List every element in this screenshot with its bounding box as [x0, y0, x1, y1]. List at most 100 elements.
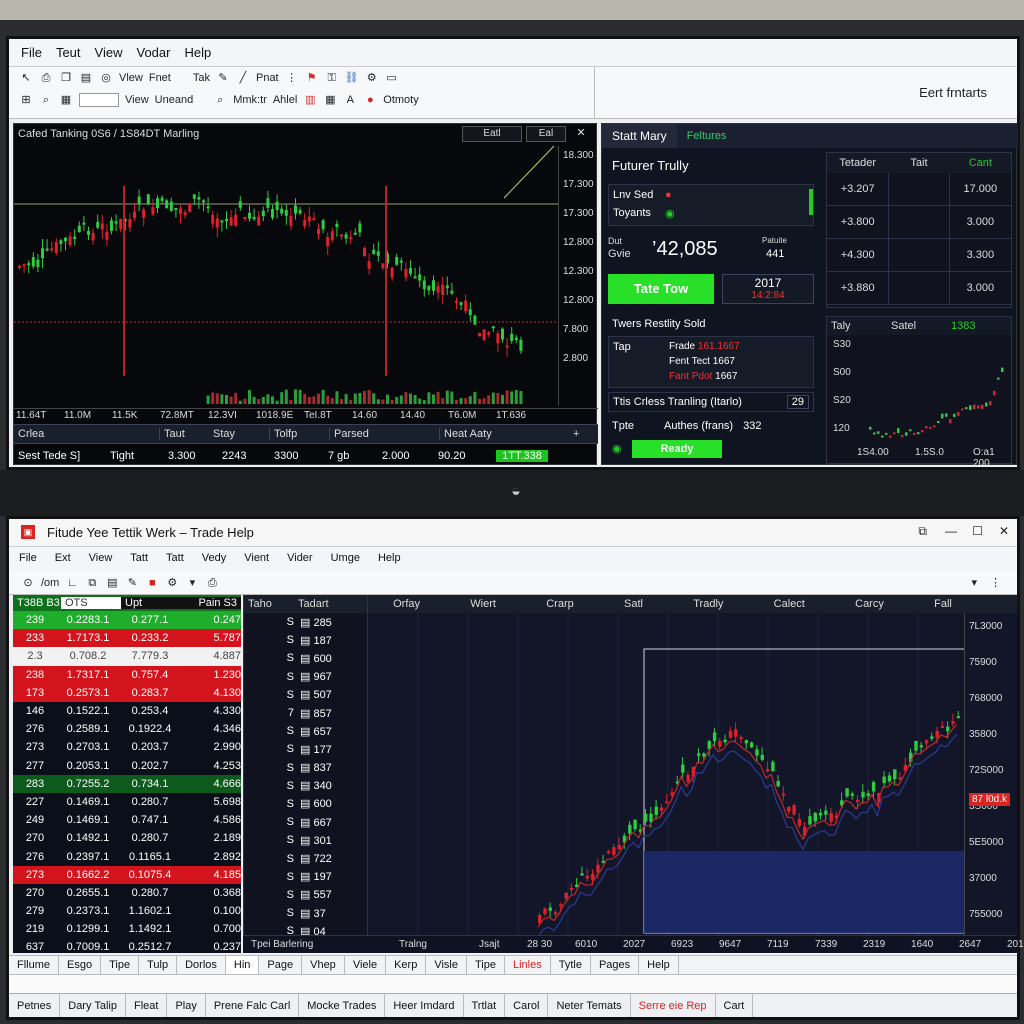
quote-list-row[interactable]: 2.3 0.708.2 7.779.3 4.887 [13, 647, 241, 666]
training-row[interactable]: Ttis Crless Tranling (Itarlo) 29 [608, 392, 814, 412]
volume-row[interactable]: S ▤ 197 [244, 868, 367, 886]
volume-row[interactable]: S ▤ 177 [244, 740, 367, 758]
quote-list-row[interactable]: 276 0.2589.1 0.1922.4 4.346 [13, 720, 241, 738]
col-crlea[interactable]: Crlea [14, 428, 159, 440]
paste-icon[interactable]: ▤ [79, 71, 93, 85]
menu-text[interactable]: Teut [56, 45, 81, 60]
futures-item-2[interactable]: Toyants [613, 207, 651, 219]
col-parsed[interactable]: Parsed [329, 428, 439, 440]
line-tool-icon[interactable]: ∟ [65, 576, 79, 590]
volume-row[interactable]: S ▤ 667 [244, 813, 367, 831]
toolbar-view-button[interactable]: Vlew [119, 72, 143, 84]
toolbar-uneand-button[interactable]: Uneand [155, 94, 194, 106]
print-icon[interactable]: ⎙ [205, 576, 219, 590]
bottom-tab[interactable]: Linles [505, 956, 551, 974]
minimize-icon[interactable]: — [945, 524, 957, 538]
close-window-icon[interactable]: ✕ [999, 524, 1009, 538]
chart-col[interactable]: Wiert [466, 598, 500, 610]
col-neat-aaty[interactable]: Neat Aaty [439, 428, 569, 440]
chart-col[interactable]: Tradly [689, 598, 727, 610]
quote-list-row[interactable]: 233 1.7173.1 0.233.2 5.787 [13, 629, 241, 648]
chart-east-button[interactable]: Eatl [462, 126, 522, 142]
volume-row[interactable]: S ▤ 340 [244, 777, 367, 795]
quote-list-row[interactable]: 173 0.2573.1 0.283.7 4.130 [13, 683, 241, 702]
bottom-menu-item[interactable]: Vider [287, 552, 312, 564]
scrollbar[interactable] [809, 189, 813, 215]
qh-2[interactable]: OTS [61, 597, 121, 609]
toolbar-input[interactable] [79, 93, 119, 107]
more-icon[interactable]: ⋮ [285, 71, 299, 85]
quote-list-row[interactable]: 637 0.7009.1 0.2512.7 0.237 [13, 938, 241, 956]
globe-icon[interactable]: ◎ [99, 71, 113, 85]
quote-list-row[interactable]: 277 0.2053.1 0.202.7 4.253 [13, 757, 241, 775]
taskbar-item[interactable]: Cart [716, 994, 754, 1017]
quote-list-row[interactable]: 273 0.2703.1 0.203.7 2.990 [13, 738, 241, 756]
link-icon[interactable]: ⛓ [345, 71, 359, 85]
restore-icon[interactable]: ⧉ [918, 524, 927, 539]
copy-icon[interactable]: ❐ [59, 71, 73, 85]
chart-col[interactable]: Fall [930, 598, 956, 610]
zoom-icon[interactable]: ⊙ [21, 576, 35, 590]
bottom-tab[interactable]: Visle [426, 956, 467, 974]
bottom-menu-item[interactable]: Umge [331, 552, 360, 564]
bottom-tab[interactable]: Page [259, 956, 303, 974]
quote-list-row[interactable]: 276 0.2397.1 0.1165.1 2.892 [13, 847, 241, 865]
volume-row[interactable]: S ▤ 557 [244, 886, 367, 904]
bottom-tab[interactable]: Pages [591, 956, 640, 974]
toolbar-mmktr-button[interactable]: Mmk:tr [233, 94, 267, 106]
grid-icon[interactable]: ▦ [59, 93, 73, 107]
bottom-menu-item[interactable]: File [19, 552, 37, 564]
taskbar-item[interactable]: Serre eie Rep [631, 994, 716, 1017]
bottom-tab[interactable]: Fllume [9, 956, 60, 974]
quote-list-row[interactable]: 283 0.7255.2 0.734.1 4.666 [13, 774, 241, 793]
taskbar-item[interactable]: Prene Falc Carl [206, 994, 300, 1017]
print-icon[interactable]: ⎙ [39, 71, 53, 85]
chart-icon[interactable]: ▥ [303, 93, 317, 107]
volume-row[interactable]: S ▤ 285 [244, 613, 367, 631]
training-value[interactable]: 29 [786, 395, 809, 409]
author-value[interactable]: 332 [743, 420, 761, 432]
toolbar-otmoty-button[interactable]: Otmoty [383, 94, 418, 106]
bottom-tab[interactable]: Help [639, 956, 679, 974]
chevron-down-icon[interactable]: ▾ [185, 576, 199, 590]
quote-list-row[interactable]: 227 0.1469.1 0.280.7 5.698 [13, 793, 241, 811]
bottom-tab[interactable]: Kerp [386, 956, 427, 974]
quote-list-row[interactable]: 273 0.1662.2 0.1075.4 4.185 [13, 865, 241, 884]
quote-row[interactable]: +3.207 17.000 [827, 173, 1011, 206]
settings-icon[interactable]: ⚙ [365, 71, 379, 85]
taskbar-item[interactable]: Petnes [9, 994, 61, 1017]
zoom-icon[interactable]: ⌕ [39, 93, 53, 107]
table-icon[interactable]: ▦ [323, 93, 337, 107]
bookmark-icon[interactable]: ⚑ [305, 71, 319, 85]
taskbar-item[interactable]: Neter Temats [548, 994, 631, 1017]
taskbar-item[interactable]: Fleat [126, 994, 168, 1017]
record-icon[interactable]: ■ [145, 576, 159, 590]
pen-icon[interactable]: ✎ [216, 71, 230, 85]
quote-list-row[interactable]: 146 0.1522.1 0.253.4 4.330 [13, 702, 241, 720]
taskbar-item[interactable]: Heer Imdard [385, 994, 464, 1017]
bottom-menu-item[interactable]: Ext [55, 552, 71, 564]
taskbar-item[interactable]: Mocke Trades [299, 994, 386, 1017]
chevron-down-icon[interactable]: ▾ [971, 576, 977, 589]
chart-col[interactable]: Orfay [389, 598, 424, 610]
settings-icon[interactable]: ⚙ [165, 576, 179, 590]
bottom-menu-item[interactable]: Vedy [202, 552, 226, 564]
chart-col[interactable]: Calect [770, 598, 809, 610]
col-tolfp[interactable]: Tolfp [269, 428, 329, 440]
bottom-menu-item[interactable]: Vient [244, 552, 269, 564]
quote-list-row[interactable]: 270 0.2655.1 0.280.7 0.368 [13, 884, 241, 902]
qh-1[interactable]: T38B B3 [13, 597, 61, 609]
mh-2[interactable]: Tadart [294, 598, 354, 610]
bottom-tab[interactable]: Dorlos [177, 956, 226, 974]
chart-col[interactable]: Satl [620, 598, 647, 610]
layers-icon[interactable]: ⧉ [85, 576, 99, 590]
alert-icon[interactable]: ● [363, 93, 377, 107]
bottom-menu-item[interactable]: Help [378, 552, 401, 564]
quote-row[interactable]: +3.880 3.000 [827, 272, 1011, 305]
volume-row[interactable]: S ▤ 722 [244, 849, 367, 867]
taskbar-item[interactable]: Carol [505, 994, 549, 1017]
quote-list-row[interactable]: 249 0.1469.1 0.747.1 4.586 [13, 811, 241, 829]
volume-row[interactable]: S ▤ 301 [244, 831, 367, 849]
maximize-icon[interactable]: ☐ [972, 524, 983, 538]
layout-icon[interactable]: ⊞ [19, 93, 33, 107]
